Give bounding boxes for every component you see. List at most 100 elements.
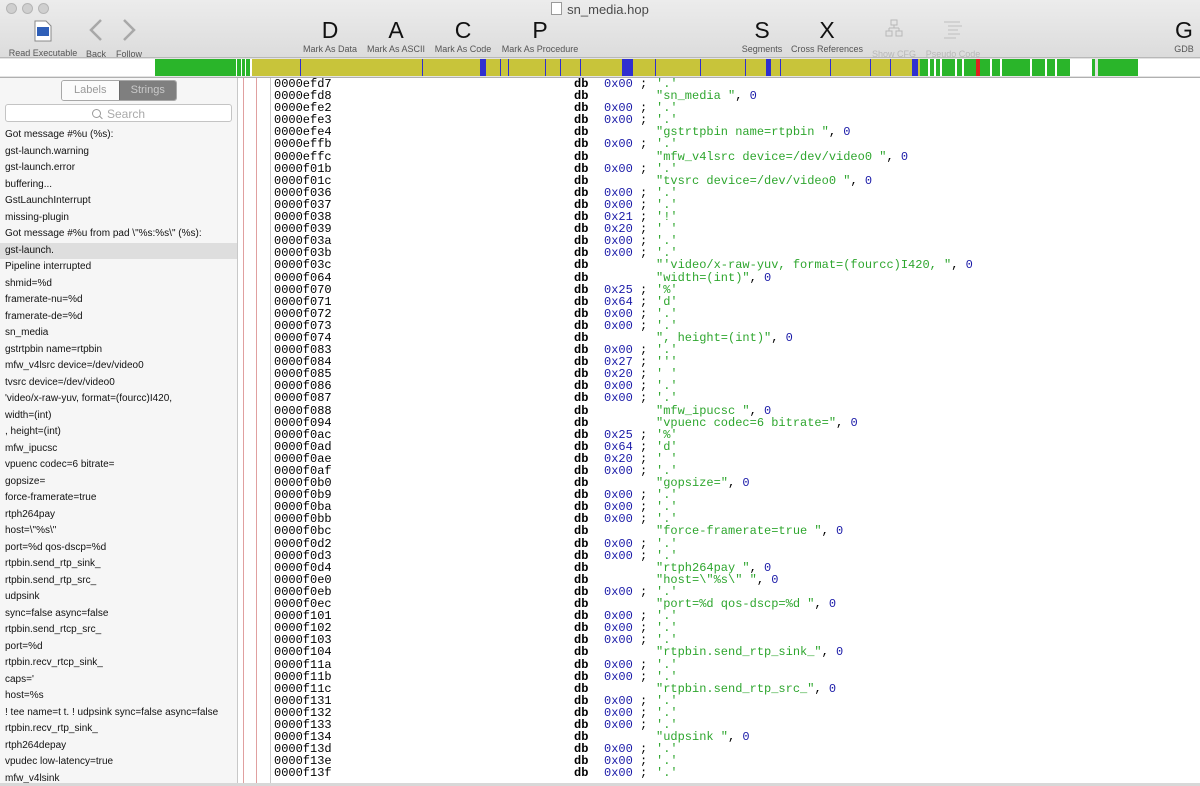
- listing-row[interactable]: 0000f01c db "tvsrc device=/dev/video0 ", 0: [272, 175, 1200, 187]
- string-list-item[interactable]: ! tee name=t t. ! udpsink sync=false asy…: [0, 705, 237, 722]
- string-list-item[interactable]: gst-launch.warning: [0, 144, 237, 161]
- string-list-item[interactable]: force-framerate=true: [0, 490, 237, 507]
- listing-row[interactable]: 0000efe2 db 0x00; '.': [272, 102, 1200, 114]
- mark-as-code-button[interactable]: C Mark As Code: [432, 17, 494, 54]
- string-list-item[interactable]: mfw_ipucsc: [0, 441, 237, 458]
- listing-row[interactable]: 0000f0ba db 0x00; '.': [272, 501, 1200, 513]
- mark-as-ascii-button[interactable]: A Mark As ASCII: [364, 17, 428, 54]
- string-list-item[interactable]: gst-launch.: [0, 242, 237, 259]
- listing-row[interactable]: 0000f03a db 0x00; '.': [272, 235, 1200, 247]
- string-list-item[interactable]: GstLaunchInterrupt: [0, 193, 237, 210]
- segments-button[interactable]: S Segments: [739, 17, 785, 54]
- follow-button[interactable]: Follow: [112, 17, 146, 59]
- string-list-item[interactable]: Got message #%u (%s):: [0, 127, 237, 144]
- cross-references-button[interactable]: X Cross References: [789, 17, 865, 54]
- string-list-item[interactable]: vpuenc codec=6 bitrate=: [0, 457, 237, 474]
- listing-row[interactable]: 0000efd8 db "sn_media ", 0: [272, 90, 1200, 102]
- listing-row[interactable]: 0000f085 db 0x20; ' ': [272, 368, 1200, 380]
- string-list-item[interactable]: gst-launch.error: [0, 160, 237, 177]
- listing-row[interactable]: 0000f036 db 0x00; '.': [272, 187, 1200, 199]
- string-list-item[interactable]: host=\"%s\": [0, 523, 237, 540]
- read-executable-button[interactable]: Read Executable: [6, 17, 80, 58]
- listing-row[interactable]: 0000f0ae db 0x20; ' ': [272, 453, 1200, 465]
- gdb-button[interactable]: G GDB: [1170, 17, 1198, 54]
- pseudo-code-button[interactable]: Pseudo Code: [922, 17, 984, 59]
- listing-row[interactable]: 0000f102 db 0x00; '.': [272, 622, 1200, 634]
- string-list-item[interactable]: width=(int): [0, 408, 237, 425]
- string-list-item[interactable]: rtpbin.recv_rtcp_sink_: [0, 655, 237, 672]
- string-list-item[interactable]: vpudec low-latency=true: [0, 754, 237, 771]
- string-list-item[interactable]: shmid=%d: [0, 276, 237, 293]
- listing-row[interactable]: 0000f0ec db "port=%d qos-dscp=%d ", 0: [272, 598, 1200, 610]
- tab-labels[interactable]: Labels: [62, 81, 119, 100]
- listing-row[interactable]: 0000f131 db 0x00; '.': [272, 695, 1200, 707]
- listing-row[interactable]: 0000f11a db 0x00; '.': [272, 658, 1200, 670]
- listing-row[interactable]: 0000f11c db "rtpbin.send_rtp_src_", 0: [272, 683, 1200, 695]
- string-list-item[interactable]: mfw_v4lsrc device=/dev/video0: [0, 358, 237, 375]
- listing-row[interactable]: 0000f0e0 db "host=\"%s\" ", 0: [272, 574, 1200, 586]
- listing-row[interactable]: 0000f084 db 0x27; ''': [272, 356, 1200, 368]
- string-list-item[interactable]: buffering...: [0, 177, 237, 194]
- mark-as-procedure-button[interactable]: P Mark As Procedure: [499, 17, 581, 54]
- string-list-item[interactable]: sync=false async=false: [0, 606, 237, 623]
- procedure-mark: [422, 59, 423, 76]
- listing-row[interactable]: 0000f13f db 0x00; '.': [272, 767, 1200, 779]
- show-cfg-button[interactable]: Show CFG: [870, 17, 918, 59]
- listing-row[interactable]: 0000f074 db ", height=(int)", 0: [272, 332, 1200, 344]
- listing-row[interactable]: 0000f071 db 0x64; 'd': [272, 296, 1200, 308]
- string-list-item[interactable]: rtph264depay: [0, 738, 237, 755]
- string-list-item[interactable]: port=%d qos-dscp=%d: [0, 540, 237, 557]
- string-list-item[interactable]: caps=': [0, 672, 237, 689]
- listing-row[interactable]: 0000f037 db 0x00; '.': [272, 199, 1200, 211]
- string-list-item[interactable]: gopsize=: [0, 474, 237, 491]
- listing-row[interactable]: 0000f086 db 0x00; '.': [272, 380, 1200, 392]
- tab-strings[interactable]: Strings: [118, 81, 176, 100]
- string-list-item[interactable]: , height=(int): [0, 424, 237, 441]
- string-list-item[interactable]: Pipeline interrupted: [0, 259, 237, 276]
- string-list-item[interactable]: udpsink: [0, 589, 237, 606]
- string-list-item[interactable]: rtpbin.send_rtcp_src_: [0, 622, 237, 639]
- listing-row[interactable]: 0000f064 db "width=(int)", 0: [272, 271, 1200, 283]
- listing-row[interactable]: 0000f039 db 0x20; ' ': [272, 223, 1200, 235]
- string-list-item[interactable]: missing-plugin: [0, 210, 237, 227]
- listing-row[interactable]: 0000f104 db "rtpbin.send_rtp_sink_", 0: [272, 646, 1200, 658]
- string-list-item[interactable]: rtph264pay: [0, 507, 237, 524]
- listing-row[interactable]: 0000f0ad db 0x64;'d': [272, 441, 1200, 453]
- listing-row[interactable]: 0000f072 db 0x00; '.': [272, 308, 1200, 320]
- string-list-item[interactable]: rtpbin.send_rtp_sink_: [0, 556, 237, 573]
- listing-row[interactable]: 0000f0b9 db 0x00; '.': [272, 489, 1200, 501]
- comment-marker: ;: [640, 318, 648, 333]
- string-list-item[interactable]: rtpbin.recv_rtp_sink_: [0, 721, 237, 738]
- navigation-bar[interactable]: [0, 58, 1200, 78]
- string-list-item[interactable]: rtpbin.send_rtp_src_: [0, 573, 237, 590]
- listing-row[interactable]: 0000f0d2 db 0x00; '.': [272, 537, 1200, 549]
- segment-map[interactable]: [0, 58, 1200, 77]
- string-list-item[interactable]: Got message #%u from pad \"%s:%s\" (%s):: [0, 226, 237, 243]
- listing-row[interactable]: 0000f0bc db "force-framerate=true ", 0: [272, 525, 1200, 537]
- listing-row[interactable]: 0000f13e db 0x00; '.': [272, 755, 1200, 767]
- string-list-item[interactable]: host=%s: [0, 688, 237, 705]
- string-list-item[interactable]: sn_media: [0, 325, 237, 342]
- listing-row[interactable]: 0000f0b0 db "gopsize=", 0: [272, 477, 1200, 489]
- mark-as-data-button[interactable]: D Mark As Data: [300, 17, 360, 54]
- listing-row[interactable]: 0000f134 db "udpsink ", 0: [272, 731, 1200, 743]
- string-list-item[interactable]: port=%d: [0, 639, 237, 656]
- string-list-item[interactable]: framerate-de=%d: [0, 309, 237, 326]
- listing-row[interactable]: 0000effc db "mfw_v4lsrc device=/dev/video0…: [272, 150, 1200, 162]
- listing-row[interactable]: 0000f101 db 0x00; '.': [272, 610, 1200, 622]
- listing-row[interactable]: 0000f083 db 0x00; '.': [272, 344, 1200, 356]
- listing-row[interactable]: 0000f038 db 0x21; '!': [272, 211, 1200, 223]
- string-list-item[interactable]: gstrtpbin name=rtpbin: [0, 342, 237, 359]
- listing-row[interactable]: 0000f13d db 0x00; '.': [272, 743, 1200, 755]
- listing-row[interactable]: 0000f094 db "vpuenc codec=6 bitrate=", 0: [272, 417, 1200, 429]
- disassembly-listing[interactable]: 0000efd7 db 0x00; '.' 0000efd8 db "sn_media ",…: [272, 78, 1200, 786]
- search-input[interactable]: Search: [5, 104, 232, 122]
- string-list-item[interactable]: tvsrc device=/dev/video0: [0, 375, 237, 392]
- listing-row[interactable]: 0000f132 db 0x00; '.': [272, 707, 1200, 719]
- listing-row[interactable]: 0000f0ac db 0x25; '%': [272, 429, 1200, 441]
- back-button[interactable]: Back: [84, 17, 108, 59]
- string-list-item[interactable]: 'video/x-raw-yuv, format=(fourcc)I420,: [0, 391, 237, 408]
- listing-row[interactable]: 0000f070 db 0x25; '%': [272, 283, 1200, 295]
- listing-row[interactable]: 0000efe4 db "gstrtpbin name=rtpbin ", 0: [272, 126, 1200, 138]
- string-list-item[interactable]: framerate-nu=%d: [0, 292, 237, 309]
